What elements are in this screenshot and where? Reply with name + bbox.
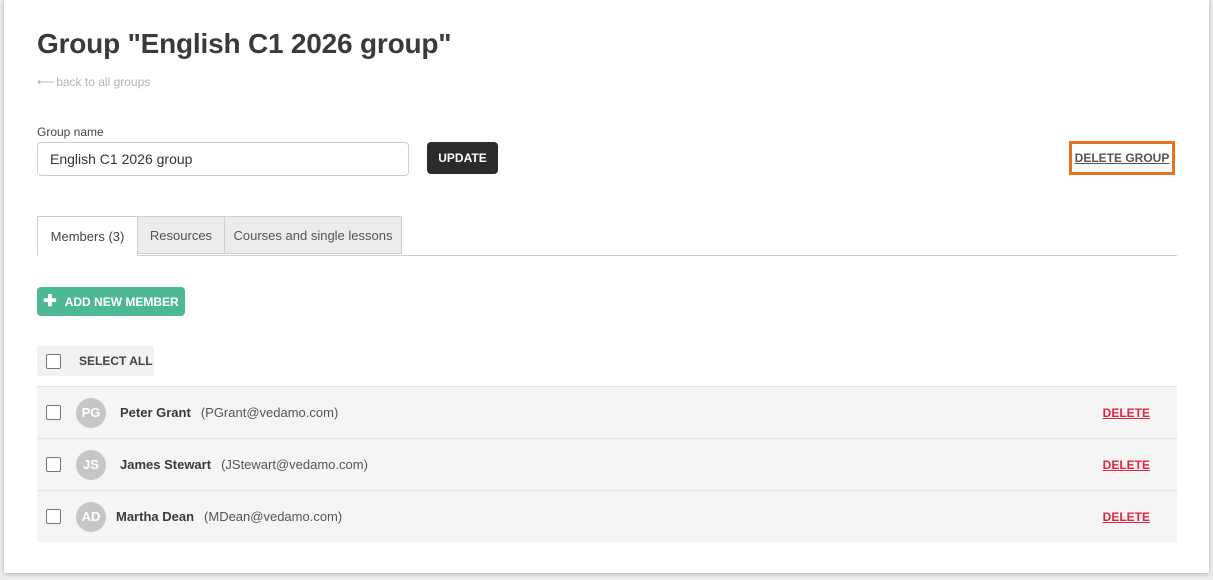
member-row: AD Martha Dean (MDean@vedamo.com) DELETE [37,490,1177,542]
arrow-left-icon: ⟵ [37,75,55,89]
member-checkbox[interactable] [46,509,61,524]
select-all-control: SELECT ALL [37,346,154,376]
delete-member-button[interactable]: DELETE [1103,458,1150,472]
back-link-label: back to all groups [56,75,151,89]
page-title: Group "English C1 2026 group" [37,28,452,59]
group-tabs: Members (3) Resources Courses and single… [37,216,1177,256]
avatar: AD [76,501,106,532]
member-row: JS James Stewart (JStewart@vedamo.com) D… [37,438,1177,490]
group-name-input[interactable] [37,142,409,176]
member-row: PG Peter Grant (PGrant@vedamo.com) DELET… [37,386,1177,438]
delete-group-highlight: DELETE GROUP [1069,141,1175,175]
group-details-panel: Group "English C1 2026 group" ⟵ back to a… [4,0,1209,573]
member-name: Martha Dean [116,509,195,524]
back-to-groups-link[interactable]: ⟵ back to all groups [37,75,150,89]
member-email: (JStewart@vedamo.com) [221,457,368,472]
delete-member-button[interactable]: DELETE [1103,510,1150,524]
group-name-label: Group name [37,125,104,139]
members-list: PG Peter Grant (PGrant@vedamo.com) DELET… [37,386,1177,542]
select-all-checkbox[interactable] [46,353,61,369]
add-new-member-button[interactable]: ✚ ADD NEW MEMBER [37,287,185,316]
plus-icon: ✚ [43,292,57,310]
member-name: Peter Grant [120,405,191,420]
tab-members[interactable]: Members (3) [37,216,138,256]
member-email: (PGrant@vedamo.com) [200,405,339,420]
select-all-label: SELECT ALL [79,354,153,368]
tab-resources[interactable]: Resources [137,216,225,254]
delete-member-button[interactable]: DELETE [1103,406,1150,420]
member-name: James Stewart [120,457,212,472]
tab-courses-and-single-lessons[interactable]: Courses and single lessons [224,216,402,254]
member-email: (MDean@vedamo.com) [204,509,343,524]
avatar: PG [76,397,106,428]
add-new-member-label: ADD NEW MEMBER [64,294,179,309]
member-checkbox[interactable] [46,457,61,472]
update-button[interactable]: UPDATE [427,142,498,174]
avatar: JS [76,449,106,480]
delete-group-button[interactable]: DELETE GROUP [1075,151,1170,165]
member-checkbox[interactable] [46,405,61,420]
